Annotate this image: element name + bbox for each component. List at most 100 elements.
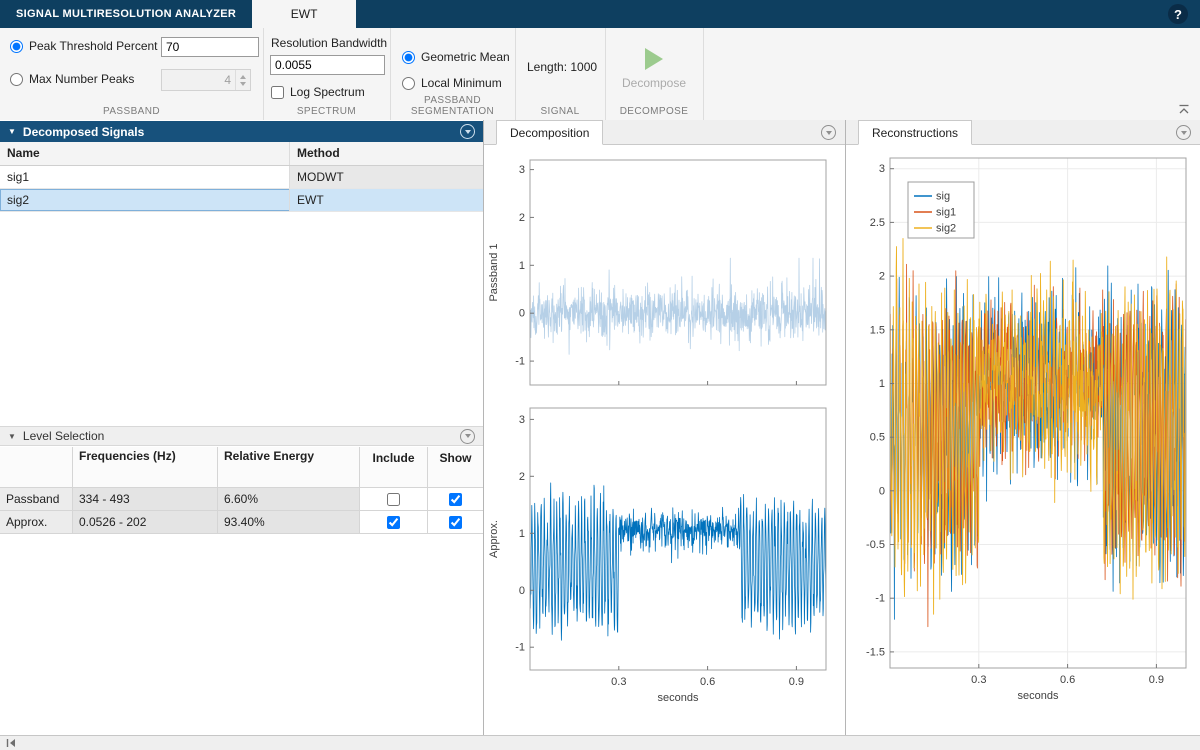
approx-frequencies-cell: 0.0526 - 202 bbox=[73, 511, 218, 533]
sig2-method-cell: EWT bbox=[290, 189, 483, 211]
signal-section-label: SIGNAL bbox=[515, 106, 605, 117]
app-title-label: SIGNAL MULTIRESOLUTION ANALYZER bbox=[16, 8, 236, 20]
approx-show-checkbox[interactable] bbox=[449, 516, 462, 529]
approx-chart: -101230.30.60.9secondsApprox. bbox=[484, 394, 845, 724]
decomposed-signals-panel: ▼ Decomposed Signals Name Method sig1 MO… bbox=[0, 120, 484, 736]
sig1-method-cell: MODWT bbox=[290, 166, 483, 188]
decomposed-signals-header[interactable]: ▼ Decomposed Signals bbox=[0, 121, 483, 142]
passband1-row-label: Passband 1 bbox=[0, 488, 73, 510]
svg-text:1: 1 bbox=[519, 260, 525, 272]
passband-section-label: PASSBAND bbox=[0, 106, 263, 117]
peak-threshold-radio[interactable] bbox=[10, 40, 23, 53]
approx-energy-cell: 93.40% bbox=[218, 511, 360, 533]
svg-text:Passband 1: Passband 1 bbox=[488, 243, 500, 301]
reconstructions-actions-icon[interactable] bbox=[1176, 125, 1191, 140]
passband1-include-checkbox[interactable] bbox=[387, 493, 400, 506]
max-peaks-radio[interactable] bbox=[10, 73, 23, 86]
collapse-level-selection-triangle-icon: ▼ bbox=[8, 432, 16, 441]
svg-text:3: 3 bbox=[519, 414, 525, 426]
decomposed-signals-table: Name Method sig1 MODWT sig2 EWT bbox=[0, 142, 483, 212]
svg-text:0.6: 0.6 bbox=[700, 676, 715, 688]
collapse-left-panel-icon bbox=[6, 738, 17, 748]
passband1-frequencies-cell: 334 - 493 bbox=[73, 488, 218, 510]
energy-column-header: Relative Energy bbox=[218, 447, 360, 487]
resolution-bandwidth-input[interactable] bbox=[270, 55, 385, 75]
level-selection-header-row: Frequencies (Hz) Relative Energy Include… bbox=[0, 447, 483, 488]
spinner-arrows-icon bbox=[235, 70, 250, 90]
collapse-left-panel-button[interactable] bbox=[6, 738, 17, 748]
decomposed-signals-header-row: Name Method bbox=[0, 142, 483, 166]
decomposition-actions-icon[interactable] bbox=[821, 125, 836, 140]
tab-ewt[interactable]: EWT bbox=[252, 0, 356, 28]
svg-text:2.5: 2.5 bbox=[870, 217, 885, 229]
decompose-section-label: DECOMPOSE bbox=[605, 106, 703, 117]
passband1-chart: -10123Passband 1 bbox=[484, 144, 845, 394]
svg-text:-0.5: -0.5 bbox=[866, 539, 885, 551]
local-minimum-radio[interactable] bbox=[402, 77, 415, 90]
svg-text:0.6: 0.6 bbox=[1060, 674, 1075, 686]
decomposition-tabstrip: Decomposition bbox=[484, 120, 845, 145]
toolstrip: Peak Threshold Percent Max Number Peaks … bbox=[0, 28, 1200, 121]
max-peaks-spinner: 4 bbox=[161, 69, 251, 91]
passband1-show-checkbox[interactable] bbox=[449, 493, 462, 506]
svg-text:-1: -1 bbox=[875, 593, 885, 605]
svg-text:seconds: seconds bbox=[658, 692, 699, 704]
help-glyph: ? bbox=[1174, 7, 1182, 22]
tab-decomposition[interactable]: Decomposition bbox=[496, 120, 603, 145]
collapse-toolstrip-button[interactable] bbox=[1176, 102, 1192, 116]
svg-text:Approx.: Approx. bbox=[488, 520, 500, 558]
geometric-mean-radio[interactable] bbox=[402, 51, 415, 64]
tab-reconstructions[interactable]: Reconstructions bbox=[858, 120, 972, 145]
svg-text:0.5: 0.5 bbox=[870, 432, 885, 444]
geometric-mean-label: Geometric Mean bbox=[421, 50, 510, 64]
svg-text:-1: -1 bbox=[515, 356, 525, 368]
section-passband: Peak Threshold Percent Max Number Peaks … bbox=[0, 28, 264, 120]
status-bar bbox=[0, 735, 1200, 750]
peak-threshold-input[interactable] bbox=[161, 37, 259, 57]
frequencies-column-header: Frequencies (Hz) bbox=[73, 447, 218, 487]
decomposition-panel: Decomposition -10123Passband 1 -101230.3… bbox=[484, 120, 846, 736]
level-selection-table: Frequencies (Hz) Relative Energy Include… bbox=[0, 447, 483, 534]
table-row-sig1[interactable]: sig1 MODWT bbox=[0, 166, 483, 189]
decompose-button[interactable]: Decompose bbox=[621, 34, 687, 104]
segmentation-section-label: PASSBAND SEGMENTATION bbox=[390, 95, 515, 117]
resolution-bandwidth-label: Resolution Bandwidth bbox=[271, 36, 387, 50]
decomposed-signals-title: Decomposed Signals bbox=[23, 125, 144, 139]
svg-text:3: 3 bbox=[519, 164, 525, 176]
section-decompose: Decompose DECOMPOSE bbox=[605, 28, 704, 120]
help-icon[interactable]: ? bbox=[1168, 4, 1188, 24]
svg-text:3: 3 bbox=[879, 163, 885, 175]
collapse-panel-triangle-icon: ▼ bbox=[8, 127, 16, 136]
reconstructions-panel: Reconstructions -1.5-1-0.500.511.522.530… bbox=[846, 120, 1200, 736]
svg-text:0.9: 0.9 bbox=[1149, 674, 1164, 686]
row-column-header bbox=[0, 447, 73, 487]
local-minimum-label: Local Minimum bbox=[421, 76, 502, 90]
table-row-sig2[interactable]: sig2 EWT bbox=[0, 189, 483, 212]
level-selection-header[interactable]: ▼ Level Selection bbox=[0, 426, 483, 446]
svg-text:seconds: seconds bbox=[1018, 690, 1059, 702]
app-tabstrip: SIGNAL MULTIRESOLUTION ANALYZER EWT ? bbox=[0, 0, 1200, 28]
svg-text:1: 1 bbox=[519, 528, 525, 540]
svg-text:-1: -1 bbox=[515, 642, 525, 654]
level-selection-actions-icon[interactable] bbox=[460, 429, 475, 444]
section-passband-segmentation: Geometric Mean Local Minimum PASSBAND SE… bbox=[390, 28, 516, 120]
svg-text:2: 2 bbox=[519, 471, 525, 483]
approx-row-label: Approx. bbox=[0, 511, 73, 533]
max-peaks-value: 4 bbox=[162, 73, 235, 87]
app-title-tab[interactable]: SIGNAL MULTIRESOLUTION ANALYZER bbox=[0, 0, 252, 28]
peak-threshold-label: Peak Threshold Percent bbox=[29, 39, 158, 53]
level-row-passband1[interactable]: Passband 1 334 - 493 6.60% bbox=[0, 488, 483, 511]
level-selection-title: Level Selection bbox=[23, 429, 104, 443]
ewt-tab-label: EWT bbox=[291, 7, 318, 21]
name-column-header: Name bbox=[0, 142, 290, 165]
svg-text:sig: sig bbox=[936, 191, 950, 203]
show-column-header: Show bbox=[428, 447, 483, 487]
level-row-approx[interactable]: Approx. 0.0526 - 202 93.40% bbox=[0, 511, 483, 534]
svg-text:-1.5: -1.5 bbox=[866, 646, 885, 658]
panel-actions-icon[interactable] bbox=[460, 124, 475, 139]
reconstructions-tabstrip: Reconstructions bbox=[846, 120, 1200, 145]
section-signal: Length: 1000 SIGNAL bbox=[515, 28, 606, 120]
collapse-toolstrip-icon bbox=[1178, 104, 1190, 115]
log-spectrum-checkbox[interactable] bbox=[271, 86, 284, 99]
approx-include-checkbox[interactable] bbox=[387, 516, 400, 529]
